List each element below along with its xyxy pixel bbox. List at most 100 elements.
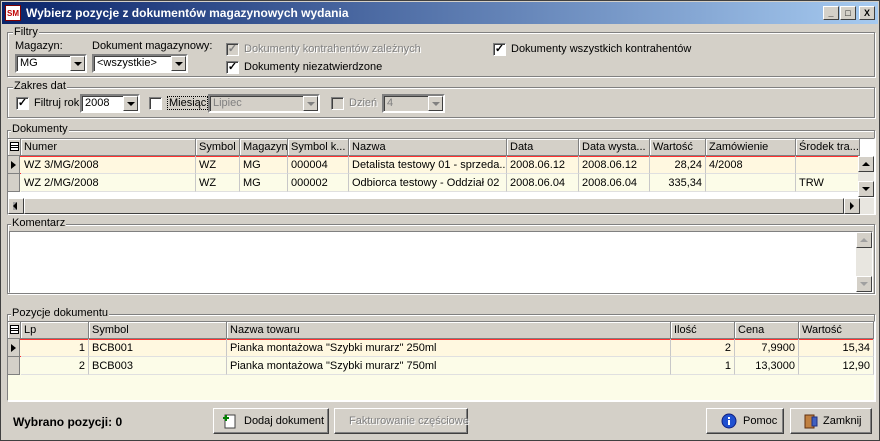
dokumenty-grid[interactable]: Numer Symbol Magazyn Symbol k... Nazwa D… (7, 138, 875, 215)
add-document-button[interactable]: Dodaj dokument (213, 408, 329, 434)
dokument-value: <wszystkie> (97, 57, 157, 69)
table-row[interactable]: WZ 3/MG/2008 WZ MG 000004 Detalista test… (8, 156, 860, 174)
cell-wartosc: 28,24 (650, 156, 706, 174)
dokumenty-vscrollbar[interactable] (858, 156, 874, 197)
dok-zaleznych-checkbox[interactable]: ✓ (226, 43, 239, 56)
partial-invoicing-button[interactable]: Fakturowanie częściowe (334, 408, 469, 434)
row-indicator (8, 174, 20, 192)
column-header[interactable]: Nazwa (349, 139, 507, 156)
row-indicator-icon (8, 339, 20, 357)
cell-cena: 7,9900 (735, 339, 799, 357)
close-button[interactable]: Zamknij (790, 408, 872, 434)
window-title: Wybierz pozycje z dokumentów magazynowyc… (26, 6, 349, 20)
dokument-select[interactable]: <wszystkie> (92, 54, 188, 73)
add-document-label: Dodaj dokument (244, 415, 325, 427)
magazyn-value: MG (20, 57, 38, 69)
column-header[interactable]: Data wysta... (579, 139, 650, 156)
help-button[interactable]: Pomoc (706, 408, 784, 434)
chevron-down-icon[interactable] (428, 96, 443, 111)
column-header[interactable]: Środek tra... (796, 139, 860, 156)
table-row[interactable]: WZ 2/MG/2008 WZ MG 000002 Odbiorca testo… (8, 174, 860, 192)
scroll-thumb[interactable] (24, 198, 844, 214)
grid-menu-button[interactable] (8, 322, 21, 339)
cell-zamowienie: 4/2008 (706, 156, 796, 174)
cell-nazwa: Detalista testowy 01 - sprzeda... (349, 156, 507, 174)
selected-count: Wybrano pozycji: 0 (13, 415, 123, 429)
column-header[interactable]: Nazwa towaru (227, 322, 671, 339)
dzien-select[interactable]: 4 (382, 94, 445, 113)
close-window-button[interactable]: X (859, 6, 875, 20)
close-label: Zamknij (823, 415, 862, 427)
rok-select[interactable]: 2008 (80, 94, 140, 113)
cell-wartosc: 12,90 (799, 357, 874, 375)
maximize-button[interactable]: □ (840, 6, 856, 20)
grid-menu-button[interactable] (8, 139, 21, 156)
dzien-value: 4 (387, 97, 394, 109)
magazyn-select[interactable]: MG (15, 54, 87, 73)
scroll-down-icon[interactable] (858, 181, 874, 197)
cell-data: 2008.06.12 (507, 156, 579, 174)
row-indicator-icon (8, 156, 20, 174)
dzien-checkbox[interactable] (331, 97, 344, 110)
cell-symbol: BCB003 (89, 357, 227, 375)
title-bar[interactable]: SM Wybierz pozycje z dokumentów magazyno… (2, 2, 878, 24)
scroll-up-icon[interactable] (856, 232, 872, 248)
row-indicator (8, 357, 20, 375)
column-header[interactable]: Lp (21, 322, 89, 339)
cell-data: 2008.06.04 (507, 174, 579, 192)
scroll-down-icon[interactable] (856, 276, 872, 292)
cell-zamowienie (706, 174, 796, 192)
cell-srodek-transportu (796, 156, 860, 174)
cell-wartosc: 335,34 (650, 174, 706, 192)
table-row[interactable]: 1 BCB001 Pianka montażowa "Szybki murarz… (8, 339, 874, 357)
rok-value: 2008 (85, 97, 110, 109)
cell-symbol: WZ (196, 156, 240, 174)
cell-data-wystawienia: 2008.06.04 (579, 174, 650, 192)
column-header[interactable]: Magazyn (240, 139, 288, 156)
column-header[interactable]: Symbol (89, 322, 227, 339)
grid-menu-icon (10, 325, 19, 334)
filters-group-label: Filtry (13, 26, 39, 38)
chevron-down-icon[interactable] (123, 96, 138, 111)
cell-data-wystawienia: 2008.06.12 (579, 156, 650, 174)
pozycje-group-label: Pozycje dokumentu (11, 307, 109, 319)
help-label: Pomoc (743, 415, 778, 427)
dokumenty-group-label: Dokumenty (11, 123, 69, 135)
filtruj-rok-checkbox[interactable]: ✓ (16, 97, 29, 110)
column-header[interactable]: Wartość (799, 322, 874, 339)
column-header[interactable]: Wartość (650, 139, 706, 156)
pozycje-grid[interactable]: Lp Symbol Nazwa towaru Ilość Cena Wartoś… (7, 321, 875, 401)
table-row[interactable]: 2 BCB003 Pianka montażowa "Szybki murarz… (8, 357, 874, 375)
dok-niezatw-checkbox[interactable]: ✓ (226, 61, 239, 74)
scroll-up-icon[interactable] (858, 156, 874, 172)
dokumenty-hscrollbar[interactable] (8, 198, 874, 214)
komentarz-vscrollbar[interactable] (856, 232, 872, 292)
magazyn-label: Magazyn: (15, 40, 63, 52)
cell-cena: 13,3000 (735, 357, 799, 375)
column-header[interactable]: Zamówienie (706, 139, 796, 156)
miesiac-select[interactable]: Lipiec (208, 94, 320, 113)
dok-niezatw-label: Dokumenty niezatwierdzone (244, 61, 383, 73)
minimize-button[interactable]: _ (823, 6, 839, 20)
dok-wszystkich-label: Dokumenty wszystkich kontrahentów (511, 43, 692, 55)
komentarz-textarea[interactable] (9, 231, 873, 293)
chevron-down-icon[interactable] (171, 56, 186, 71)
scroll-left-icon[interactable] (8, 198, 24, 214)
scroll-right-icon[interactable] (844, 198, 860, 214)
column-header[interactable]: Numer (21, 139, 196, 156)
cell-symbol: WZ (196, 174, 240, 192)
chevron-down-icon[interactable] (303, 96, 318, 111)
column-header[interactable]: Ilość (671, 322, 735, 339)
column-header[interactable]: Symbol k... (288, 139, 349, 156)
column-header[interactable]: Cena (735, 322, 799, 339)
cell-symbol-k: 000002 (288, 174, 349, 192)
cell-nazwa-towaru: Pianka montażowa "Szybki murarz" 250ml (227, 339, 671, 357)
chevron-down-icon[interactable] (70, 56, 85, 71)
dokument-label: Dokument magazynowy: (92, 40, 213, 52)
column-header[interactable]: Data (507, 139, 579, 156)
miesiac-checkbox[interactable] (149, 97, 162, 110)
cell-numer: WZ 3/MG/2008 (21, 156, 196, 174)
cell-nazwa: Odbiorca testowy - Oddział 02 (349, 174, 507, 192)
dok-wszystkich-checkbox[interactable]: ✓ (493, 43, 506, 56)
column-header[interactable]: Symbol (196, 139, 240, 156)
